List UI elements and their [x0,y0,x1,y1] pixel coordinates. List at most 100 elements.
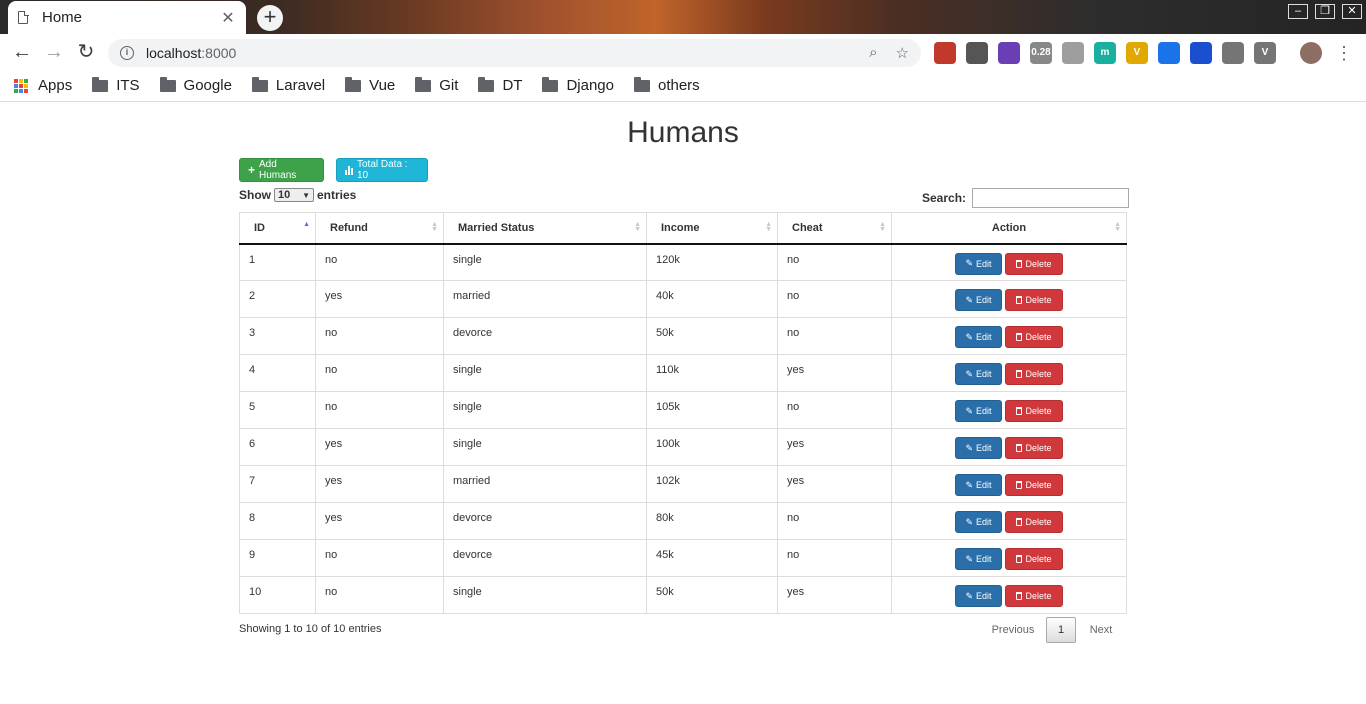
minimize-button[interactable]: – [1288,4,1308,19]
menu-kebab-icon[interactable]: ⋮ [1334,42,1354,64]
bookmark-apps[interactable]: Apps [14,77,72,94]
forward-arrow-icon[interactable]: → [42,40,66,64]
delete-button[interactable]: Delete [1005,252,1063,275]
new-tab-button[interactable]: + [257,5,283,31]
cell-id: 2 [239,280,316,318]
delete-button[interactable]: Delete [1005,474,1063,496]
column-header-married-status[interactable]: Married Status ▲ ▼ [443,212,647,245]
edit-button[interactable]: ✎ Edit [955,363,1002,385]
delete-button[interactable]: Delete [1005,326,1063,348]
cell-action: ✎ Edit Delete [891,243,1127,281]
reload-icon[interactable]: ↻ [74,40,98,64]
edit-button[interactable]: ✎ Edit [955,548,1002,570]
restore-button[interactable]: ❐ [1315,4,1335,19]
show-label: Show [239,188,271,202]
blue-ext-icon[interactable] [1190,42,1212,64]
edit-button[interactable]: ✎ Edit [955,437,1002,459]
bookmark-git[interactable]: Git [415,76,458,94]
url-port: :8000 [201,45,237,61]
cloud-ext-icon[interactable] [1062,42,1084,64]
zoom-icon[interactable]: ⌕ [869,44,877,62]
delete-label: Delete [1025,591,1052,601]
cell-refund: no [315,354,444,392]
close-window-button[interactable]: ✕ [1342,4,1362,19]
column-header-refund[interactable]: Refund ▲ ▼ [315,212,444,245]
vue-devtools-icon[interactable]: V [1126,42,1148,64]
bookmark-vue[interactable]: Vue [345,76,395,94]
cell-action: ✎ Edit Delete [891,428,1127,466]
edit-button[interactable]: ✎ Edit [955,326,1002,348]
edit-label: Edit [976,258,992,269]
bookmark-others[interactable]: others [633,76,700,94]
entries-length-select[interactable]: 10 ▼ [274,188,314,202]
delete-button[interactable]: Delete [1005,289,1063,311]
bookmark-google[interactable]: Google [159,76,232,94]
next-page-button[interactable]: Next [1076,624,1126,636]
folder-icon [542,76,559,92]
delete-button[interactable]: Delete [1005,511,1063,533]
folder-icon [415,76,432,92]
browser-titlebar: Home ✕ + – ❐ ✕ [0,0,1366,34]
pen-icon[interactable] [966,42,988,64]
v-ext-icon[interactable]: V [1254,42,1276,64]
total-data-button[interactable]: Total Data : 10 [336,158,428,182]
table-row: 5 no single 105k no ✎ Edit Delete [239,391,1127,429]
cell-id: 5 [239,391,316,429]
cell-cheat: no [777,502,892,540]
bookmark-dt[interactable]: DT [478,76,522,94]
cell-income: 40k [646,280,778,318]
info-icon[interactable]: i [120,46,134,60]
delete-button[interactable]: Delete [1005,400,1063,422]
edit-button[interactable]: ✎ Edit [955,289,1002,311]
bookmark-star-icon[interactable]: ☆ [896,44,909,62]
trash-icon [1016,592,1023,600]
delete-button[interactable]: Delete [1005,548,1063,570]
delete-button[interactable]: Delete [1005,363,1063,385]
eyedropper-icon[interactable] [1158,42,1180,64]
chat-ext-icon[interactable] [1222,42,1244,64]
edit-label: Edit [976,295,992,305]
m-ext-icon[interactable]: m [1094,42,1116,64]
bookmark-django[interactable]: Django [542,76,614,94]
back-arrow-icon[interactable]: ← [10,40,34,64]
bookmark-its[interactable]: ITS [92,76,140,94]
search-input[interactable] [972,188,1130,208]
edit-label: Edit [976,591,992,601]
humans-table: ID ▲ Refund ▲ ▼ Married Status ▲ ▼ Income ▲ ▼ C… [239,212,1127,614]
edit-button[interactable]: ✎ Edit [955,400,1002,422]
tab-close-icon[interactable]: ✕ [220,8,236,28]
column-header-cheat[interactable]: Cheat ▲ ▼ [777,212,892,245]
edit-button[interactable]: ✎ Edit [955,585,1002,607]
edit-button[interactable]: ✎ Edit [955,511,1002,533]
trash-icon [1016,259,1023,268]
delete-label: Delete [1025,406,1052,416]
edit-button[interactable]: ✎ Edit [955,252,1002,275]
cell-action: ✎ Edit Delete [891,539,1127,577]
column-header-id[interactable]: ID ▲ [239,212,316,245]
edit-label: Edit [976,517,992,527]
cell-income: 50k [646,317,778,355]
apps-grid-icon [14,78,28,93]
delete-button[interactable]: Delete [1005,437,1063,459]
page-1-button[interactable]: 1 [1046,617,1076,643]
trash-icon [1016,407,1023,415]
previous-page-button[interactable]: Previous [980,624,1046,636]
cell-refund: no [315,539,444,577]
column-header-action[interactable]: Action ▲ ▼ [891,212,1127,245]
purple-ext-icon[interactable] [998,42,1020,64]
cell-married-status: devorce [443,317,647,355]
counter-ext-icon[interactable]: 0.28 [1030,42,1052,64]
bookmark-laravel[interactable]: Laravel [251,76,325,94]
cell-married-status: devorce [443,539,647,577]
cell-refund: no [315,317,444,355]
delete-label: Delete [1025,369,1052,379]
browser-tab[interactable]: Home ✕ [8,1,246,34]
add-humans-button[interactable]: + Add Humans [239,158,324,182]
profile-avatar[interactable] [1300,42,1322,64]
edit-button[interactable]: ✎ Edit [955,474,1002,496]
ublock-icon[interactable] [934,42,956,64]
column-header-income[interactable]: Income ▲ ▼ [646,212,778,245]
cell-refund: no [315,576,444,614]
address-bar[interactable]: i localhost :8000 ⌕ ☆ [108,39,921,67]
delete-button[interactable]: Delete [1005,585,1063,607]
